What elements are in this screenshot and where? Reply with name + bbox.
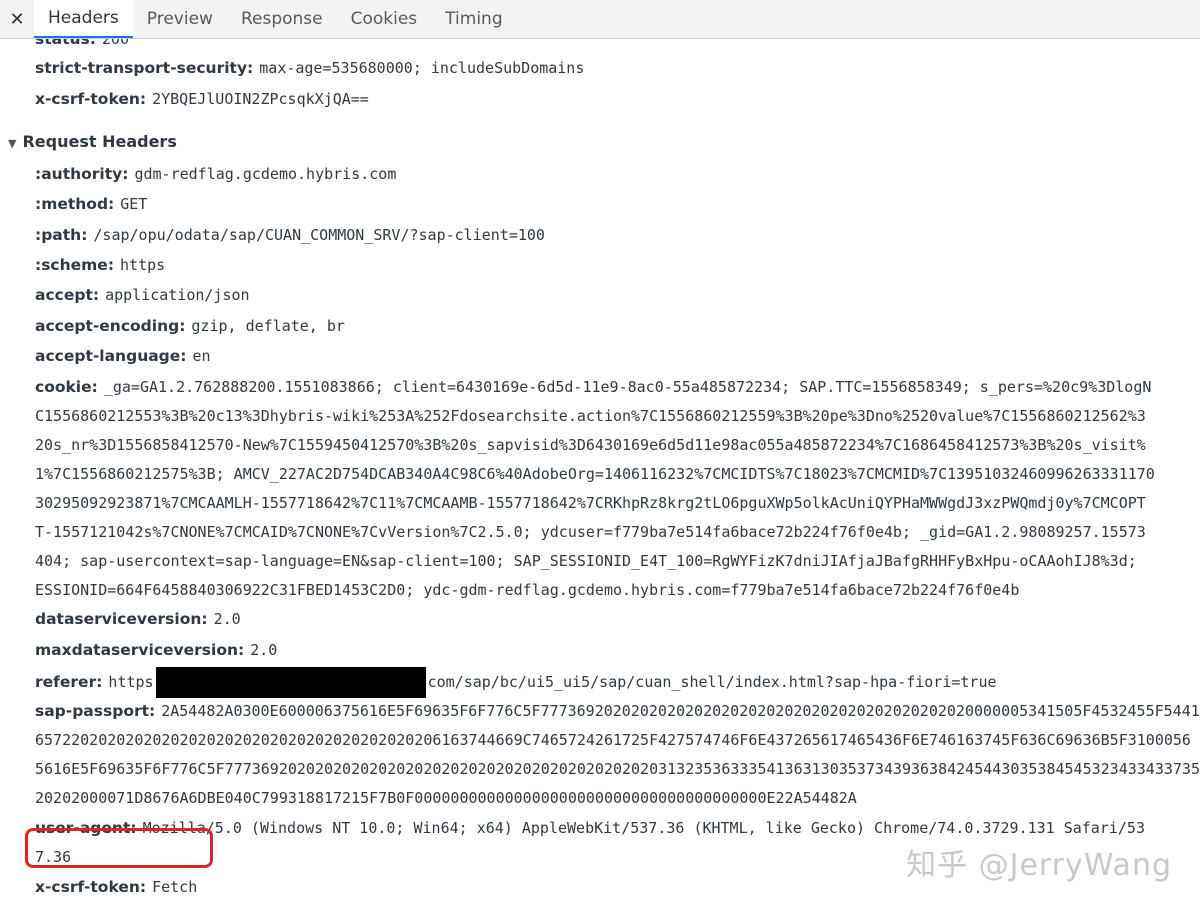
- cookie-line: C1556860212553%3B%20c13%3Dhybris-wiki%25…: [35, 402, 1200, 431]
- header-value: 20s_nr%3D1556858412570-New%7C15594504125…: [35, 436, 1146, 454]
- header-key: :scheme:: [35, 256, 115, 274]
- sap-passport-line: 6572202020202020202020202020202020202020…: [35, 726, 1200, 755]
- header-key: :authority:: [35, 165, 129, 183]
- sap-passport-line: 20202000071D8676A6DBE040C799318817215F7B…: [35, 784, 1200, 813]
- header-key: status:: [35, 39, 96, 48]
- header-key: strict-transport-security:: [35, 59, 254, 77]
- header-key: accept-language:: [35, 347, 187, 365]
- header-key: :method:: [35, 195, 115, 213]
- header-value: 2YBQEJlUOIN2ZPcsqkXjQA==: [152, 90, 369, 108]
- cookie-line: 404; sap-usercontext=sap-language=EN&sap…: [35, 547, 1200, 576]
- header-row-accept-language: accept-language: en: [35, 342, 1200, 371]
- header-row-accept: accept: application/json: [35, 281, 1200, 310]
- header-row-dataserviceversion: dataserviceversion: 2.0: [35, 605, 1200, 634]
- highlight-annotation: [25, 828, 213, 868]
- tab-response[interactable]: Response: [227, 0, 337, 38]
- header-key: cookie:: [35, 378, 98, 396]
- section-title: Request Headers: [22, 132, 177, 151]
- header-key: accept:: [35, 286, 100, 304]
- header-key: dataserviceversion:: [35, 610, 208, 628]
- header-value: 6572202020202020202020202020202020202020…: [35, 731, 1191, 749]
- header-row-path: :path: /sap/opu/odata/sap/CUAN_COMMON_SRV…: [35, 221, 1200, 250]
- header-key: sap-passport:: [35, 702, 156, 720]
- redaction-box: [155, 666, 426, 698]
- header-value: Fetch: [152, 878, 198, 896]
- header-key: :path:: [35, 226, 88, 244]
- close-icon[interactable]: ✕: [0, 0, 34, 38]
- header-key: referer:: [35, 673, 103, 691]
- header-row-scheme: :scheme: https: [35, 251, 1200, 280]
- header-value: GET: [120, 195, 148, 213]
- triangle-down-icon: ▼: [8, 137, 17, 150]
- watermark: 知乎 @JerryWang: [906, 848, 1172, 883]
- tab-cookies[interactable]: Cookies: [337, 0, 432, 38]
- header-value: ESSIONID=664F6458840306922C31FBED1453C2D…: [35, 581, 1020, 599]
- header-row-method: :method: GET: [35, 190, 1200, 219]
- devtools-tab-bar: ✕ Headers Preview Response Cookies Timin…: [0, 0, 1200, 39]
- header-row-referer: referer: https com/sap/bc/ui5_ui5/sap/cuan…: [35, 666, 1200, 698]
- header-value: com/sap/bc/ui5_ui5/sap/cuan_shell/index.…: [427, 673, 997, 691]
- header-key: x-csrf-token:: [35, 878, 147, 896]
- header-row-authority: :authority: gdm-redflag.gcdemo.hybris.com: [35, 160, 1200, 189]
- header-value: Mozilla/5.0 (Windows NT 10.0; Win64; x64…: [142, 819, 1145, 837]
- header-value: C1556860212553%3B%20c13%3Dhybris-wiki%25…: [35, 407, 1146, 425]
- cookie-line: T-1557121042s%7CNONE%7CMCAID%7CNONE%7CvV…: [35, 518, 1200, 547]
- headers-panel: status: 200 strict-transport-security: max…: [0, 39, 1200, 915]
- cookie-line: 1%7C1556860212575%3B; AMCV_227AC2D754DCA…: [35, 460, 1200, 489]
- header-value: 5616E5F69635F6F776C5F7773692020202020202…: [35, 760, 1200, 778]
- header-value: 404; sap-usercontext=sap-language=EN&sap…: [35, 552, 1137, 570]
- cookie-line: 20s_nr%3D1556858412570-New%7C15594504125…: [35, 431, 1200, 460]
- header-row-sap-passport: sap-passport: 2A54482A0300E600006375616E5…: [35, 697, 1200, 726]
- header-value: https: [120, 256, 166, 274]
- header-value: 2.0: [250, 641, 278, 659]
- sap-passport-line: 5616E5F69635F6F776C5F7773692020202020202…: [35, 755, 1200, 784]
- header-value: 1%7C1556860212575%3B; AMCV_227AC2D754DCA…: [35, 465, 1155, 483]
- tab-headers[interactable]: Headers: [34, 0, 133, 38]
- cookie-line: ESSIONID=664F6458840306922C31FBED1453C2D…: [35, 576, 1200, 605]
- header-value: 2.0: [213, 610, 241, 628]
- header-value: https: [108, 673, 154, 691]
- header-row-accept-encoding: accept-encoding: gzip, deflate, br: [35, 312, 1200, 341]
- header-key: accept-encoding:: [35, 317, 186, 335]
- header-value: application/json: [105, 286, 250, 304]
- header-value: max-age=535680000; includeSubDomains: [259, 59, 585, 77]
- header-row-strict-transport-security: strict-transport-security: max-age=535680…: [35, 54, 1200, 83]
- header-value: /sap/opu/odata/sap/CUAN_COMMON_SRV/?sap-…: [93, 226, 545, 244]
- header-value: 30295092923871%7CMCAAMLH-1557718642%7C11…: [35, 494, 1146, 512]
- header-value: 20202000071D8676A6DBE040C799318817215F7B…: [35, 789, 857, 807]
- header-key: maxdataserviceversion:: [35, 641, 245, 659]
- header-value: _ga=GA1.2.762888200.1551083866; client=6…: [103, 378, 1152, 396]
- tab-preview[interactable]: Preview: [133, 0, 227, 38]
- header-row-status: status: 200: [35, 39, 1200, 54]
- header-row-maxdataserviceversion: maxdataserviceversion: 2.0: [35, 636, 1200, 665]
- header-value: 200: [101, 39, 130, 48]
- header-value: en: [192, 347, 211, 365]
- tab-timing[interactable]: Timing: [431, 0, 516, 38]
- header-key: x-csrf-token:: [35, 90, 147, 108]
- request-headers-section-toggle[interactable]: ▼ Request Headers: [8, 127, 177, 157]
- header-row-cookie: cookie: _ga=GA1.2.762888200.1551083866; c…: [35, 373, 1200, 402]
- header-value: gdm-redflag.gcdemo.hybris.com: [134, 165, 397, 183]
- header-row-x-csrf-token-response: x-csrf-token: 2YBQEJlUOIN2ZPcsqkXjQA==: [35, 85, 1200, 114]
- header-value: T-1557121042s%7CNONE%7CMCAID%7CNONE%7CvV…: [35, 523, 1146, 541]
- header-value: gzip, deflate, br: [191, 317, 345, 335]
- cookie-line: 30295092923871%7CMCAAMLH-1557718642%7C11…: [35, 489, 1200, 518]
- header-value: 2A54482A0300E600006375616E5F69635F6F776C…: [161, 702, 1200, 720]
